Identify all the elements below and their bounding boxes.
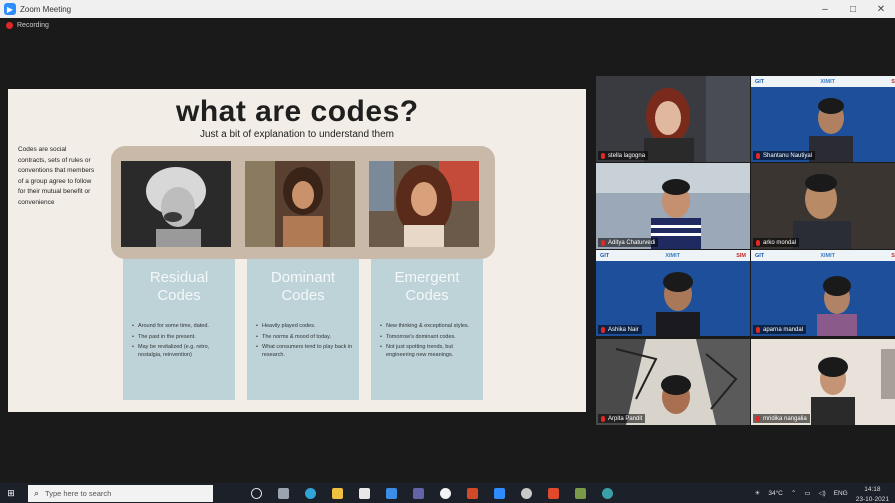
list-item: May be revitalized (e.g. retro, nostalgi… xyxy=(132,344,232,359)
search-icon: ⌕ xyxy=(34,487,40,498)
zoom-window: ▶ Zoom Meeting – □ ✕ Recording what are … xyxy=(0,0,895,503)
participant-tile-aditya[interactable]: Aditya Chaturvedi xyxy=(596,163,750,249)
window-title: Zoom Meeting xyxy=(20,4,72,14)
volume-icon[interactable]: ◁) xyxy=(818,489,825,497)
tray-chevron-icon[interactable]: ⌃ xyxy=(791,489,796,497)
window-controls: – □ ✕ xyxy=(811,0,895,18)
weather-temperature[interactable]: 34°C xyxy=(768,490,783,497)
card-title: Dominant Codes xyxy=(270,269,336,304)
participant-tile-arko[interactable]: arko mondal xyxy=(751,163,895,249)
emergent-photo xyxy=(369,161,479,247)
card-bullets: Heavily played codes. The norms & mood o… xyxy=(256,323,356,362)
college-banner: GITXIMITSIM xyxy=(596,250,750,261)
residual-codes-card: Residual Codes Around for some time, dat… xyxy=(123,259,235,400)
system-tray: ☀ 34°C ⌃ ▭ ◁) ENG 14:18 23-10-2021 xyxy=(755,483,889,503)
clock-date: 23-10-2021 xyxy=(855,496,889,503)
list-item: What consumers tend to play back in rese… xyxy=(256,344,356,359)
residual-photo xyxy=(121,161,231,247)
minimize-button[interactable]: – xyxy=(811,0,839,18)
dominant-photo xyxy=(245,161,355,247)
edge-icon[interactable] xyxy=(297,487,324,499)
recording-label: Recording xyxy=(17,22,49,29)
search-placeholder: Type here to search xyxy=(45,488,112,498)
college-banner: GITXIMITSIM xyxy=(751,250,895,261)
weather-icon[interactable]: ☀ xyxy=(755,489,761,497)
title-bar: ▶ Zoom Meeting – □ ✕ xyxy=(0,0,895,18)
chrome-icon[interactable] xyxy=(432,487,459,499)
settings-icon[interactable] xyxy=(513,487,540,499)
participant-name-tag: Shantanu Nautiyal xyxy=(753,151,816,160)
list-item: Tomorrow's dominant codes. xyxy=(380,334,480,342)
file-explorer-icon[interactable] xyxy=(324,487,351,499)
list-item: New thinking & exceptional styles. xyxy=(380,323,480,331)
list-item: The norms & mood of today. xyxy=(256,334,356,342)
participant-tile-shantanu[interactable]: GITXIMITSIM Shantanu Nautiyal xyxy=(751,76,895,162)
mic-muted-icon xyxy=(756,239,760,246)
taskbar-search-box[interactable]: ⌕ Type here to search xyxy=(28,484,213,502)
card-bullets: New thinking & exceptional styles. Tomor… xyxy=(380,323,480,362)
office-icon[interactable] xyxy=(540,487,567,499)
mic-muted-icon xyxy=(601,239,605,246)
list-item: Not just spotting trends, but engineerin… xyxy=(380,344,480,359)
participant-tile-stella[interactable]: stella lagogna xyxy=(596,76,750,162)
mic-muted-icon xyxy=(601,415,605,422)
card-title: Emergent Codes xyxy=(394,269,460,304)
card-title: Residual Codes xyxy=(149,269,209,304)
clock-time: 14:18 xyxy=(864,486,881,493)
mic-muted-icon xyxy=(756,152,760,159)
mail-icon[interactable] xyxy=(378,487,405,499)
store-icon[interactable] xyxy=(351,487,378,499)
widgets-icon[interactable] xyxy=(270,487,297,499)
participant-name-tag: mridika nangalia xyxy=(753,414,810,423)
list-item: Around for some time, dated. xyxy=(132,323,232,331)
recording-dot-icon xyxy=(6,22,13,29)
network-icon[interactable]: ▭ xyxy=(804,489,810,497)
mic-muted-icon xyxy=(756,415,760,422)
participant-name-tag: aparna mandal xyxy=(753,325,807,334)
photos-icon[interactable] xyxy=(567,487,594,499)
slide-subtitle: Just a bit of explanation to understand … xyxy=(200,129,395,140)
maximize-button[interactable]: □ xyxy=(839,0,867,18)
list-item: The past in the present. xyxy=(132,334,232,342)
windows-taskbar: ⊞ ⌕ Type here to search ☀ 34°C ⌃ ▭ ◁) EN… xyxy=(0,483,895,503)
mic-muted-icon xyxy=(601,152,605,159)
powerpoint-icon[interactable] xyxy=(459,487,486,499)
card-bullets: Around for some time, dated. The past in… xyxy=(132,323,232,362)
language-indicator[interactable]: ENG xyxy=(834,490,848,497)
browser-icon[interactable] xyxy=(594,487,621,499)
participant-tile-arpita[interactable]: Arpita Pandit xyxy=(596,339,750,425)
dominant-codes-card: Dominant Codes Heavily played codes. The… xyxy=(247,259,359,400)
participant-name-tag: Arpita Pandit xyxy=(598,414,646,423)
list-item: Heavily played codes. xyxy=(256,323,356,331)
participant-tile-mridika[interactable]: mridika nangalia xyxy=(751,339,895,425)
close-button[interactable]: ✕ xyxy=(867,0,895,18)
taskbar-clock[interactable]: 14:18 23-10-2021 xyxy=(856,483,889,503)
participant-tile-aparna[interactable]: GITXIMITSIM aparna mandal xyxy=(751,250,895,336)
recording-indicator[interactable]: Recording xyxy=(6,22,49,29)
mic-muted-icon xyxy=(756,326,760,333)
participant-name-tag: arko mondal xyxy=(753,238,800,247)
mic-muted-icon xyxy=(601,326,605,333)
participant-tile-ashika[interactable]: GIT XIMIT SIM Ashika Nair xyxy=(596,250,750,336)
shared-screen-slide: what are codes? Just a bit of explanatio… xyxy=(8,89,586,412)
emergent-codes-card: Emergent Codes New thinking & exceptiona… xyxy=(371,259,483,400)
windows-start-icon[interactable]: ⊞ xyxy=(0,488,22,499)
participant-name-tag: stella lagogna xyxy=(598,151,649,160)
participant-name-tag: Aditya Chaturvedi xyxy=(598,238,659,247)
slide-description: Codes are social contracts, sets of rule… xyxy=(18,146,95,206)
participant-name-tag: Ashika Nair xyxy=(598,325,642,334)
slide-title: what are codes? xyxy=(176,95,419,128)
teams-icon[interactable] xyxy=(405,487,432,499)
pinned-apps xyxy=(243,487,621,499)
college-banner: GITXIMITSIM xyxy=(751,76,895,87)
zoom-taskbar-icon[interactable] xyxy=(486,487,513,499)
zoom-logo-icon: ▶ xyxy=(4,3,16,15)
task-view-icon[interactable] xyxy=(243,487,270,499)
